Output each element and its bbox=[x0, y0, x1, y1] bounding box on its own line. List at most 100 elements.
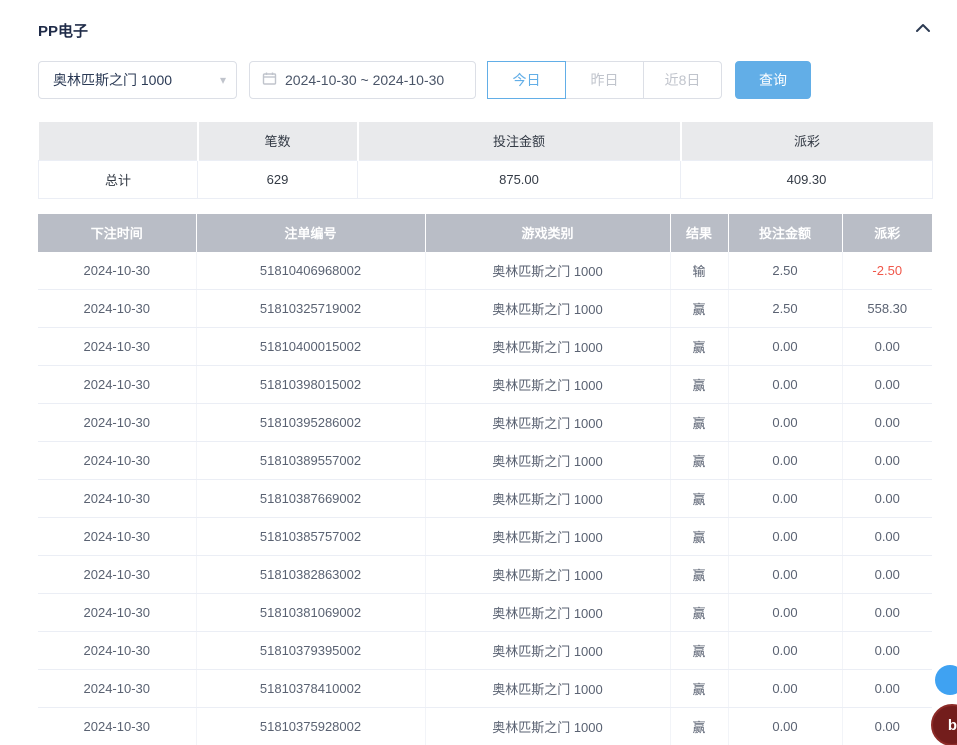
cell-bet-id: 51810325719002 bbox=[196, 290, 425, 328]
cell-payout: 0.00 bbox=[842, 404, 932, 442]
quick-date-button-group: 今日 昨日 近8日 bbox=[488, 61, 722, 99]
cell-game-category: 奥林匹斯之门 1000 bbox=[425, 252, 670, 290]
cell-bet-time: 2024-10-30 bbox=[38, 556, 196, 594]
quick-date-button[interactable]: 昨日 bbox=[565, 61, 644, 99]
cell-bet-amount: 2.50 bbox=[728, 290, 842, 328]
table-row: 2024-10-30 51810375928002 奥林匹斯之门 1000 赢 … bbox=[38, 708, 932, 745]
search-button[interactable]: 查询 bbox=[735, 61, 811, 99]
cell-bet-amount: 0.00 bbox=[728, 670, 842, 708]
cell-payout: 558.30 bbox=[842, 290, 932, 328]
cell-bet-time: 2024-10-30 bbox=[38, 632, 196, 670]
summary-header-bet: 投注金额 bbox=[358, 122, 681, 160]
table-row: 2024-10-30 51810398015002 奥林匹斯之门 1000 赢 … bbox=[38, 366, 932, 404]
cell-game-category: 奥林匹斯之门 1000 bbox=[425, 708, 670, 745]
summary-table: 笔数 投注金额 派彩 总计 629 875.00 409.30 bbox=[38, 122, 933, 199]
cell-payout: 0.00 bbox=[842, 328, 932, 366]
table-row: 2024-10-30 51810378410002 奥林匹斯之门 1000 赢 … bbox=[38, 670, 932, 708]
chat-float-button[interactable] bbox=[935, 665, 957, 695]
cell-bet-amount: 0.00 bbox=[728, 404, 842, 442]
summary-total-row: 总计 629 875.00 409.30 bbox=[39, 160, 933, 198]
cell-result: 赢 bbox=[670, 632, 728, 670]
cell-bet-time: 2024-10-30 bbox=[38, 442, 196, 480]
cell-payout: -2.50 bbox=[842, 252, 932, 290]
cell-bet-id: 51810398015002 bbox=[196, 366, 425, 404]
table-row: 2024-10-30 51810400015002 奥林匹斯之门 1000 赢 … bbox=[38, 328, 932, 366]
cell-payout: 0.00 bbox=[842, 442, 932, 480]
table-row: 2024-10-30 51810381069002 奥林匹斯之门 1000 赢 … bbox=[38, 594, 932, 632]
cell-bet-id: 51810382863002 bbox=[196, 556, 425, 594]
cell-bet-time: 2024-10-30 bbox=[38, 518, 196, 556]
table-row: 2024-10-30 51810387669002 奥林匹斯之门 1000 赢 … bbox=[38, 480, 932, 518]
date-range-input[interactable]: 2024-10-30 ~ 2024-10-30 bbox=[249, 61, 476, 99]
cell-result: 赢 bbox=[670, 404, 728, 442]
cell-bet-amount: 0.00 bbox=[728, 518, 842, 556]
cell-result: 赢 bbox=[670, 594, 728, 632]
cell-bet-id: 51810385757002 bbox=[196, 518, 425, 556]
cell-game-category: 奥林匹斯之门 1000 bbox=[425, 518, 670, 556]
cell-bet-time: 2024-10-30 bbox=[38, 594, 196, 632]
cell-bet-amount: 0.00 bbox=[728, 708, 842, 745]
panel-header: PP电子 bbox=[38, 18, 932, 42]
cell-bet-id: 51810381069002 bbox=[196, 594, 425, 632]
header-game-category: 游戏类别 bbox=[425, 214, 670, 252]
summary-header-empty bbox=[39, 122, 198, 160]
cell-bet-id: 51810395286002 bbox=[196, 404, 425, 442]
cell-bet-id: 51810379395002 bbox=[196, 632, 425, 670]
calendar-icon bbox=[262, 71, 277, 89]
cell-result: 赢 bbox=[670, 442, 728, 480]
quick-date-button[interactable]: 今日 bbox=[487, 61, 566, 99]
page-title: PP电子 bbox=[38, 20, 88, 41]
cell-payout: 0.00 bbox=[842, 632, 932, 670]
cell-bet-amount: 0.00 bbox=[728, 632, 842, 670]
game-select[interactable]: 奥林匹斯之门 1000 ▾ bbox=[38, 61, 237, 99]
header-bet-amount: 投注金额 bbox=[728, 214, 842, 252]
cell-bet-id: 51810375928002 bbox=[196, 708, 425, 745]
header-bet-time: 下注时间 bbox=[38, 214, 196, 252]
table-row: 2024-10-30 51810385757002 奥林匹斯之门 1000 赢 … bbox=[38, 518, 932, 556]
cell-game-category: 奥林匹斯之门 1000 bbox=[425, 290, 670, 328]
cell-bet-id: 51810387669002 bbox=[196, 480, 425, 518]
cell-bet-amount: 0.00 bbox=[728, 556, 842, 594]
cell-bet-amount: 0.00 bbox=[728, 594, 842, 632]
cell-bet-time: 2024-10-30 bbox=[38, 480, 196, 518]
cell-bet-time: 2024-10-30 bbox=[38, 708, 196, 745]
quick-date-button[interactable]: 近8日 bbox=[643, 61, 722, 99]
cell-result: 赢 bbox=[670, 708, 728, 745]
cell-payout: 0.00 bbox=[842, 366, 932, 404]
summary-total-bet: 875.00 bbox=[358, 160, 681, 198]
cell-game-category: 奥林匹斯之门 1000 bbox=[425, 328, 670, 366]
cell-bet-amount: 0.00 bbox=[728, 480, 842, 518]
table-row: 2024-10-30 51810406968002 奥林匹斯之门 1000 输 … bbox=[38, 252, 932, 290]
cell-game-category: 奥林匹斯之门 1000 bbox=[425, 442, 670, 480]
chevron-down-icon: ▾ bbox=[220, 73, 226, 87]
table-row: 2024-10-30 51810395286002 奥林匹斯之门 1000 赢 … bbox=[38, 404, 932, 442]
summary-header-payout: 派彩 bbox=[681, 122, 933, 160]
cell-bet-id: 51810406968002 bbox=[196, 252, 425, 290]
game-select-value: 奥林匹斯之门 1000 bbox=[53, 70, 172, 90]
cell-bet-amount: 0.00 bbox=[728, 366, 842, 404]
cell-payout: 0.00 bbox=[842, 594, 932, 632]
cell-bet-time: 2024-10-30 bbox=[38, 328, 196, 366]
records-table-body: 2024-10-30 51810406968002 奥林匹斯之门 1000 输 … bbox=[38, 252, 932, 745]
header-bet-id: 注单编号 bbox=[196, 214, 425, 252]
brand-badge-label: b bbox=[948, 717, 957, 734]
cell-result: 赢 bbox=[670, 480, 728, 518]
cell-bet-time: 2024-10-30 bbox=[38, 290, 196, 328]
cell-game-category: 奥林匹斯之门 1000 bbox=[425, 670, 670, 708]
collapse-panel-button[interactable] bbox=[914, 21, 932, 39]
cell-result: 输 bbox=[670, 252, 728, 290]
table-row: 2024-10-30 51810325719002 奥林匹斯之门 1000 赢 … bbox=[38, 290, 932, 328]
cell-result: 赢 bbox=[670, 366, 728, 404]
cell-payout: 0.00 bbox=[842, 670, 932, 708]
cell-bet-id: 51810378410002 bbox=[196, 670, 425, 708]
cell-payout: 0.00 bbox=[842, 556, 932, 594]
cell-result: 赢 bbox=[670, 670, 728, 708]
cell-game-category: 奥林匹斯之门 1000 bbox=[425, 556, 670, 594]
table-row: 2024-10-30 51810382863002 奥林匹斯之门 1000 赢 … bbox=[38, 556, 932, 594]
chevron-up-icon bbox=[914, 21, 932, 39]
records-header-row: 下注时间 注单编号 游戏类别 结果 投注金额 派彩 bbox=[38, 214, 932, 252]
cell-bet-time: 2024-10-30 bbox=[38, 366, 196, 404]
cell-bet-amount: 0.00 bbox=[728, 328, 842, 366]
cell-payout: 0.00 bbox=[842, 480, 932, 518]
cell-bet-amount: 2.50 bbox=[728, 252, 842, 290]
